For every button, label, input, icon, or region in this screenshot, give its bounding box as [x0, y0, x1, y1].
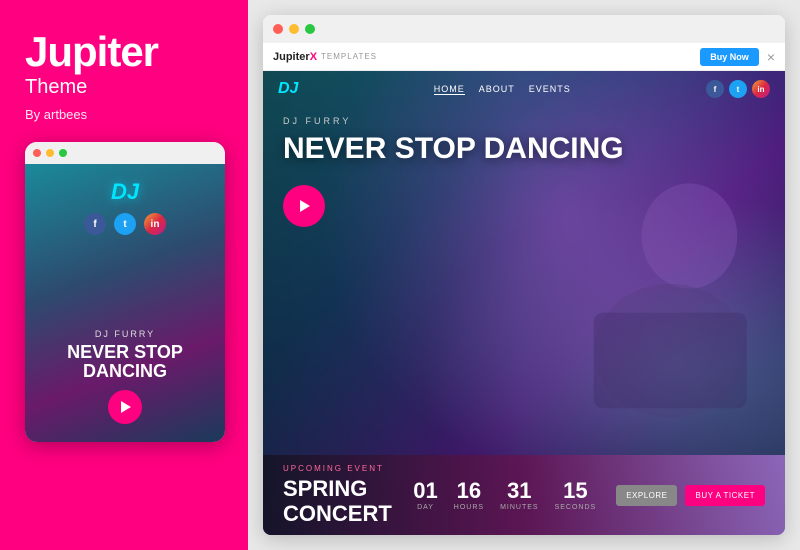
website-nav: DJ HOME ABOUT EVENTS f t in [263, 71, 785, 107]
countdown-day: 01 DAY [413, 480, 437, 511]
event-label: UPCOMING EVENT [283, 464, 413, 473]
theme-subtitle: Theme [25, 76, 87, 99]
event-title: SPRING CONCERT [283, 477, 413, 525]
event-banner: UPCOMING EVENT SPRING CONCERT 01 DAY 16 … [263, 455, 785, 535]
play-triangle-icon [121, 401, 131, 413]
jupiterx-bar: JupiterX TEMPLATES Buy Now × [263, 43, 785, 71]
right-panel: JupiterX TEMPLATES Buy Now × [248, 0, 800, 550]
website-social-icons: f t in [706, 80, 770, 98]
countdown-seconds: 15 SECONDS [555, 480, 597, 511]
mobile-dj-name: DJ FURRY [35, 329, 215, 339]
buy-ticket-button[interactable]: BUY A TICKET [685, 485, 765, 506]
dot-red [33, 149, 41, 157]
mobile-window-bar [25, 142, 225, 164]
facebook-icon[interactable]: f [84, 213, 106, 235]
countdown-hours: 16 HOURS [454, 480, 484, 511]
instagram-icon[interactable]: in [144, 213, 166, 235]
jupiterx-logo-area: JupiterX TEMPLATES [273, 51, 377, 63]
website-nav-logo: DJ [278, 80, 298, 98]
hero-dj-name: DJ FURRY [283, 116, 765, 126]
mobile-play-button[interactable] [108, 390, 142, 424]
website-instagram-icon[interactable]: in [752, 80, 770, 98]
mobile-text-area: DJ FURRY NEVER STOP DANCING [25, 329, 225, 383]
website-facebook-icon[interactable]: f [706, 80, 724, 98]
desktop-dot-green [305, 24, 315, 34]
nav-link-home[interactable]: HOME [434, 84, 465, 95]
countdown-day-label: DAY [413, 504, 437, 511]
countdown-minutes-label: MINUTES [500, 504, 539, 511]
hero-headline: NEVER STOP DANCING [283, 132, 663, 165]
countdown-seconds-label: SECONDS [555, 504, 597, 511]
mobile-preview: DJ f t in DJ FURRY NEVER STOP DANCING [25, 142, 225, 442]
countdown-day-number: 01 [413, 480, 437, 502]
countdown-hours-label: HOURS [454, 504, 484, 511]
close-button[interactable]: × [767, 49, 775, 65]
desktop-preview: JupiterX TEMPLATES Buy Now × [263, 15, 785, 535]
explore-button[interactable]: EXPLORE [616, 485, 677, 506]
nav-link-about[interactable]: ABOUT [479, 84, 515, 95]
mobile-content: DJ f t in DJ FURRY NEVER STOP DANCING [25, 164, 225, 442]
event-buttons: EXPLORE BUY A TICKET [616, 485, 765, 506]
play-icon [296, 198, 312, 214]
left-panel: Jupiter Theme By artbees DJ f t in DJ FU… [0, 0, 248, 550]
nav-link-events[interactable]: EVENTS [529, 84, 571, 95]
hero-content: DJ FURRY NEVER STOP DANCING [263, 71, 785, 455]
jupiterx-tag: TEMPLATES [321, 52, 377, 61]
mobile-social-icons: f t in [84, 213, 166, 235]
twitter-icon[interactable]: t [114, 213, 136, 235]
countdown-seconds-number: 15 [555, 480, 597, 502]
desktop-dot-red [273, 24, 283, 34]
mobile-dj-logo: DJ [111, 179, 139, 205]
mobile-headline: NEVER STOP DANCING [35, 343, 215, 383]
website-nav-links: HOME ABOUT EVENTS [434, 84, 571, 95]
website-wrapper: DJ HOME ABOUT EVENTS f t in DJ FURRY NEV… [263, 71, 785, 535]
dot-green [59, 149, 67, 157]
buy-now-button[interactable]: Buy Now [700, 48, 759, 66]
website-twitter-icon[interactable]: t [729, 80, 747, 98]
countdown-minutes: 31 MINUTES [500, 480, 539, 511]
hero-play-button[interactable] [283, 185, 325, 227]
jupiterx-logo: JupiterX [273, 51, 317, 63]
desktop-dot-yellow [289, 24, 299, 34]
dot-yellow [46, 149, 54, 157]
event-countdown: 01 DAY 16 HOURS 31 MINUTES 15 SECONDS [413, 480, 596, 511]
theme-author: By artbees [25, 107, 87, 122]
countdown-hours-number: 16 [454, 480, 484, 502]
jupiterx-actions: Buy Now × [700, 48, 775, 66]
desktop-window-bar [263, 15, 785, 43]
countdown-minutes-number: 31 [500, 480, 539, 502]
theme-title: Jupiter [25, 30, 158, 74]
event-info: UPCOMING EVENT SPRING CONCERT [283, 464, 413, 525]
